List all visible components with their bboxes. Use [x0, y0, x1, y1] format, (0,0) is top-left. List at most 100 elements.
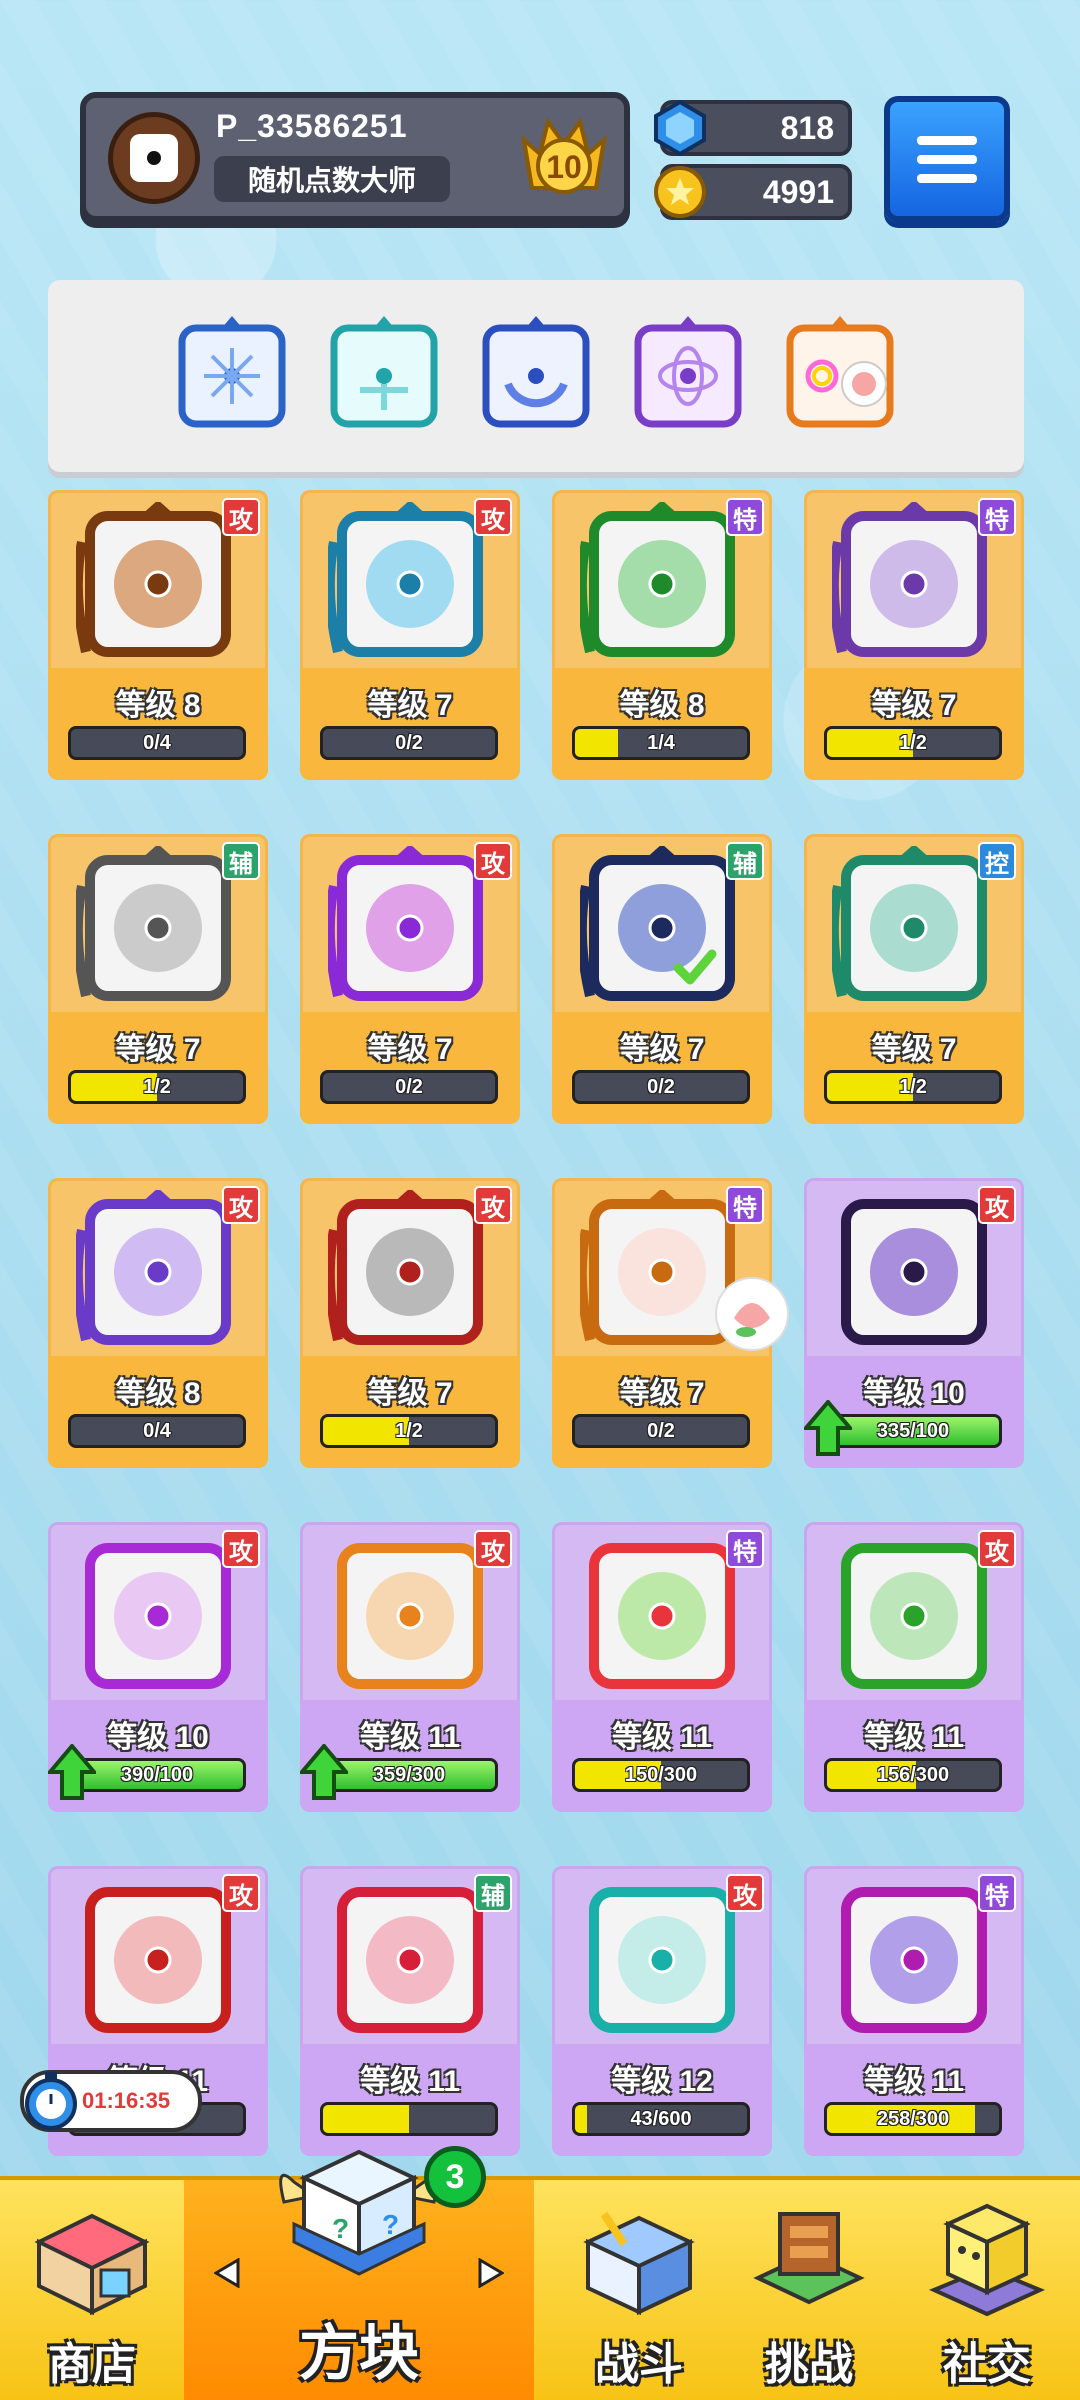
totem-dice-icon[interactable] — [326, 314, 442, 430]
target-dice-icon — [337, 1543, 483, 1689]
event-timer[interactable]: 01:16:35 — [20, 2070, 202, 2132]
dice-progress-text: 258/300 — [876, 2108, 950, 2130]
dice-progress-bar: 156/300 — [824, 1758, 1002, 1792]
dice-card-star[interactable]: 攻 等级 8 0/4 — [48, 1178, 268, 1468]
dice-progress-bar: 43/600 — [572, 2102, 750, 2136]
dice-progress-bar: 0/4 — [68, 1414, 246, 1448]
dice-level: 等级 12 — [611, 2065, 713, 2098]
nav-battle-label: 战斗 — [595, 2340, 683, 2389]
dice-level: 等级 11 — [863, 1721, 965, 1754]
nav-challenge[interactable]: 挑战 — [724, 2180, 894, 2400]
arcane-dice-icon[interactable] — [630, 314, 746, 430]
dice-progress-text: 1/2 — [395, 1420, 423, 1442]
challenge-icon — [753, 2212, 865, 2305]
player-title: 随机点数大师 — [214, 156, 450, 202]
arrow-right-icon[interactable] — [478, 2258, 504, 2288]
social-icon — [928, 2203, 1046, 2317]
arrow-left-icon[interactable] — [214, 2258, 240, 2288]
dice-card-target[interactable]: 攻 等级 11 359/300 — [300, 1522, 520, 1812]
upgrade-arrow-icon[interactable] — [804, 1400, 852, 1456]
dice-type-tag: 攻 — [474, 1530, 512, 1568]
nav-challenge-label: 挑战 — [765, 2340, 853, 2389]
dice-type-tag: 攻 — [978, 1530, 1016, 1568]
nav-battle[interactable]: 战斗 — [554, 2180, 724, 2400]
svg-text:?: ? — [332, 2213, 349, 2244]
dice-collection-grid: 攻 等级 8 0/4 攻 等级 7 0/2 特 等级 8 1/4 特 等级 7 … — [48, 490, 1032, 2160]
shadow-dice-icon — [832, 502, 987, 657]
dice-level: 等级 8 — [619, 689, 705, 722]
dice-progress-text — [323, 2105, 495, 2133]
dice-card-time[interactable]: 辅 等级 7 1/2 — [48, 834, 268, 1124]
dice-card-reaper[interactable]: 攻 等级 10 335/100 — [804, 1178, 1024, 1468]
dice-progress-text: 390/100 — [120, 1764, 194, 1786]
dice-progress-bar: 1/4 — [572, 726, 750, 760]
coin-counter[interactable]: 4991 — [654, 164, 852, 220]
dice-progress-bar: 150/300 — [572, 1758, 750, 1792]
player-profile-card[interactable]: P_33586251 随机点数大师 10 — [80, 92, 630, 222]
dice-progress-bar — [320, 2102, 498, 2136]
biohazard-dice-icon — [841, 1543, 987, 1689]
dice-card-cross[interactable]: 辅 等级 11 — [300, 1866, 520, 2156]
snowflake-dice-icon[interactable] — [174, 314, 290, 430]
dice-card-crescent[interactable]: 辅 等级 7 0/2 — [552, 834, 772, 1124]
svg-text:?: ? — [382, 2209, 399, 2240]
nav-dice[interactable]: ? ? 方块 — [184, 2149, 534, 2400]
dice-card-gun[interactable]: 攻 等级 8 0/4 — [48, 490, 268, 780]
dice-card-wind[interactable]: 攻 等级 7 0/2 — [300, 490, 520, 780]
dice-type-tag: 辅 — [222, 842, 260, 880]
dice-type-tag: 攻 — [474, 498, 512, 536]
dice-progress-bar: 1/2 — [320, 1414, 498, 1448]
dice-card-combo[interactable]: 攻 等级 7 0/2 — [300, 834, 520, 1124]
dice-level: 等级 11 — [359, 2065, 461, 2098]
dice-progress-text: 0/2 — [395, 1076, 423, 1098]
dice-progress-text: 1/2 — [143, 1076, 171, 1098]
player-avatar[interactable] — [108, 112, 200, 204]
nav-shop[interactable]: 商店 — [0, 2180, 184, 2400]
dice-type-tag: 特 — [726, 498, 764, 536]
dice-type-tag: 攻 — [222, 1874, 260, 1912]
dice-progress-bar: 1/2 — [824, 726, 1002, 760]
dice-type-tag: 攻 — [222, 1530, 260, 1568]
upgrade-arrow-icon[interactable] — [48, 1744, 96, 1800]
shop-icon — [34, 2213, 150, 2316]
peach-bubble-icon[interactable] — [712, 1274, 792, 1354]
dice-card-shadow[interactable]: 特 等级 7 1/2 — [804, 490, 1024, 780]
dice-card-biohazard[interactable]: 攻 等级 11 156/300 — [804, 1522, 1024, 1812]
rainbow-dice-icon[interactable] — [782, 314, 898, 430]
wind-dice-icon — [328, 502, 483, 657]
dice-level: 等级 7 — [367, 689, 453, 722]
menu-button[interactable] — [884, 96, 1010, 222]
rank-crown-badge[interactable]: 10 — [518, 110, 610, 206]
dice-progress-bar: 0/2 — [320, 726, 498, 760]
dice-card-swirl[interactable]: 攻 等级 12 43/600 — [552, 1866, 772, 2156]
dice-card-arrows[interactable]: 特 等级 11 258/300 — [804, 1866, 1024, 2156]
dice-card-growth[interactable]: 特 等级 8 1/4 — [552, 490, 772, 780]
moon-dice-icon[interactable] — [478, 314, 594, 430]
dice-card-prism[interactable]: 特 等级 11 150/300 — [552, 1522, 772, 1812]
dice-progress-text: 1/2 — [899, 732, 927, 754]
dice-progress-bar: 258/300 — [824, 2102, 1002, 2136]
nav-social[interactable]: 社交 — [894, 2180, 1080, 2400]
gem-counter[interactable]: 818 — [654, 100, 852, 156]
dice-level: 等级 7 — [367, 1033, 453, 1066]
nav-shop-label: 商店 — [48, 2340, 136, 2389]
dice-card-wave[interactable]: 控 等级 7 1/2 — [804, 834, 1024, 1124]
dice-type-tag: 特 — [978, 1874, 1016, 1912]
dice-card-saw[interactable]: 攻 等级 7 1/2 — [300, 1178, 520, 1468]
gun-dice-icon — [76, 502, 231, 657]
crescent-dice-icon — [580, 846, 735, 1001]
reaper-dice-icon — [841, 1199, 987, 1345]
equipped-deck-panel — [48, 280, 1024, 472]
dice-type-tag: 攻 — [474, 1186, 512, 1224]
time-dice-icon — [76, 846, 231, 1001]
dice-progress-bar: 1/2 — [68, 1070, 246, 1104]
dice-progress-text: 43/600 — [630, 2108, 692, 2130]
dice-progress-bar: 0/2 — [572, 1414, 750, 1448]
upgrade-arrow-icon[interactable] — [300, 1744, 348, 1800]
dice-progress-bar: 0/2 — [572, 1070, 750, 1104]
growth-dice-icon — [580, 502, 735, 657]
dice-level: 等级 7 — [619, 1033, 705, 1066]
dice-type-tag: 攻 — [726, 1874, 764, 1912]
dice-card-pixel[interactable]: 攻 等级 10 390/100 — [48, 1522, 268, 1812]
dice-type-tag: 特 — [726, 1530, 764, 1568]
